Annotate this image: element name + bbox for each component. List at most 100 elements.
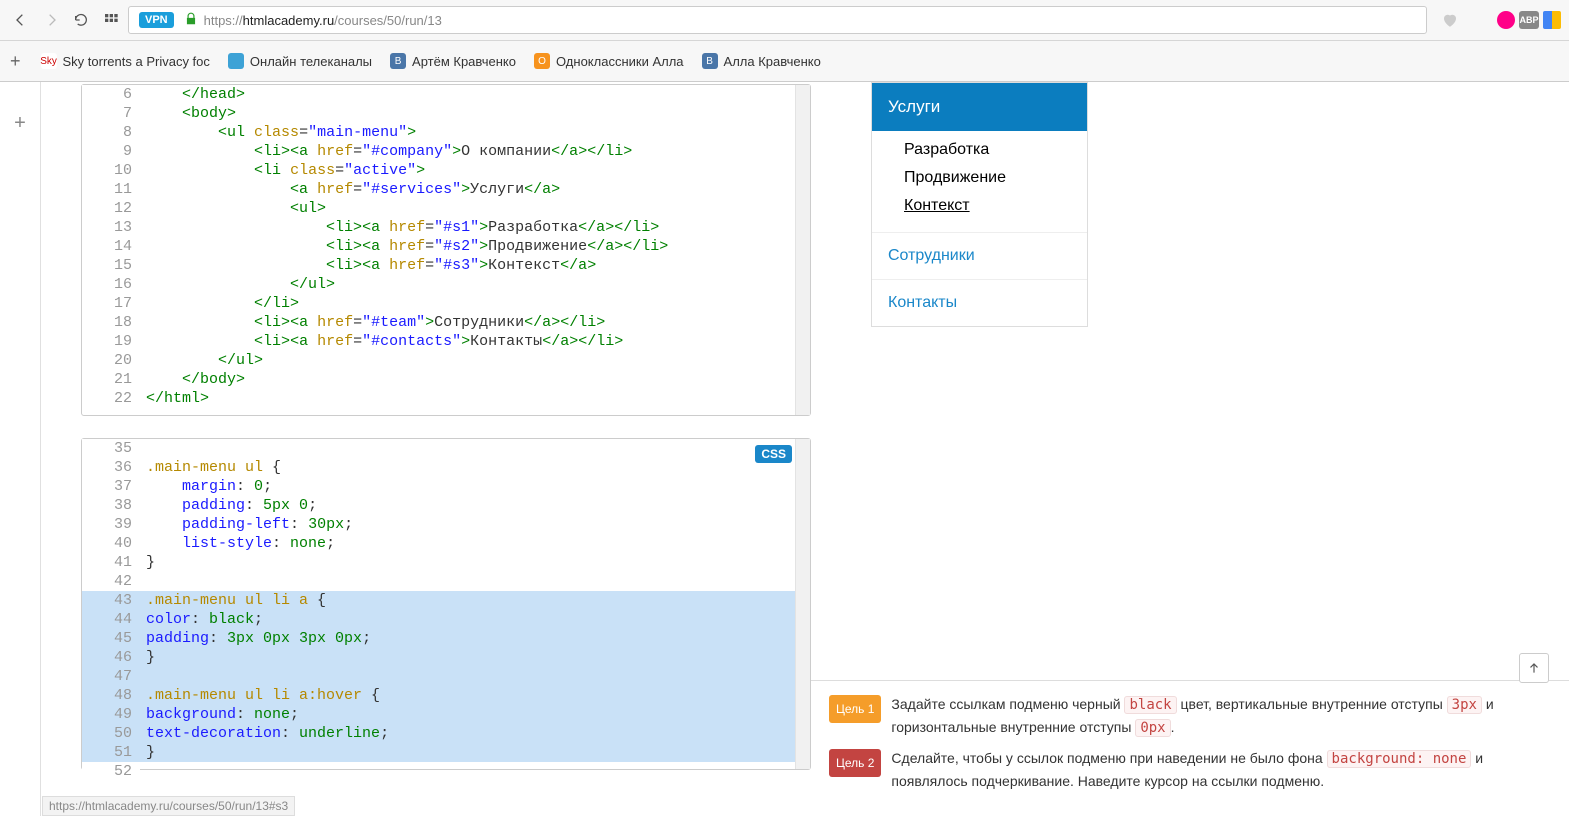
code-line[interactable]: 6 </head> xyxy=(82,85,810,104)
extension-icon-translate[interactable] xyxy=(1543,11,1561,29)
bookmark-item[interactable]: BАлла Кравченко xyxy=(702,53,821,69)
code-line[interactable]: 37 margin: 0; xyxy=(82,477,810,496)
preview-menu-item[interactable]: Контакты xyxy=(872,279,1087,326)
code-content[interactable]: <li><a href="#s3">Контекст</a> xyxy=(140,256,810,275)
bookmark-item[interactable]: SkySky torrents a Privacy foc xyxy=(41,53,210,69)
code-line[interactable]: 45padding: 3px 0px 3px 0px; xyxy=(82,629,810,648)
code-line[interactable]: 44color: black; xyxy=(82,610,810,629)
code-line[interactable]: 42 xyxy=(82,572,810,591)
code-content[interactable] xyxy=(140,572,810,591)
code-line[interactable]: 47 xyxy=(82,667,810,686)
bookmark-item[interactable]: OОдноклассники Алла xyxy=(534,53,684,69)
preview-sub-item[interactable]: Разработка xyxy=(904,136,1087,164)
code-content[interactable]: <li><a href="#team">Сотрудники</a></li> xyxy=(140,313,810,332)
address-bar[interactable]: VPN https://htmlacademy.ru/courses/50/ru… xyxy=(128,6,1427,34)
code-content[interactable]: background: none; xyxy=(140,705,810,724)
code-content[interactable]: <ul class="main-menu"> xyxy=(140,123,810,142)
code-line[interactable]: 38 padding: 5px 0; xyxy=(82,496,810,515)
extension-icon-1[interactable] xyxy=(1497,11,1515,29)
code-line[interactable]: 51} xyxy=(82,743,810,762)
code-line[interactable]: 20 </ul> xyxy=(82,351,810,370)
code-content[interactable] xyxy=(140,762,810,781)
code-content[interactable]: .main-menu ul li a:hover { xyxy=(140,686,810,705)
code-line[interactable]: 49background: none; xyxy=(82,705,810,724)
code-line[interactable]: 7 <body> xyxy=(82,104,810,123)
code-content[interactable]: <li><a href="#company">О компании</a></l… xyxy=(140,142,810,161)
code-content[interactable]: .main-menu ul li a { xyxy=(140,591,810,610)
code-content[interactable]: </ul> xyxy=(140,275,810,294)
scroll-top-button[interactable] xyxy=(1519,653,1549,683)
code-line[interactable]: 17 </li> xyxy=(82,294,810,313)
preview-menu-item[interactable]: Сотрудники xyxy=(872,232,1087,279)
code-content[interactable]: <li class="active"> xyxy=(140,161,810,180)
code-content[interactable]: padding: 5px 0; xyxy=(140,496,810,515)
url-prefix: https:// xyxy=(204,13,243,28)
code-line[interactable]: 8 <ul class="main-menu"> xyxy=(82,123,810,142)
code-content[interactable]: .main-menu ul { xyxy=(140,458,810,477)
code-line[interactable]: 18 <li><a href="#team">Сотрудники</a></l… xyxy=(82,313,810,332)
reload-button[interactable] xyxy=(68,7,94,33)
extension-icon-abp[interactable]: ABP xyxy=(1519,11,1539,29)
code-content[interactable] xyxy=(140,667,810,686)
code-content[interactable]: </ul> xyxy=(140,351,810,370)
bookmark-item[interactable]: BАртём Кравченко xyxy=(390,53,516,69)
code-content[interactable]: color: black; xyxy=(140,610,810,629)
code-content[interactable] xyxy=(140,439,810,458)
code-line[interactable]: 41} xyxy=(82,553,810,572)
code-content[interactable]: <li><a href="#s1">Разработка</a></li> xyxy=(140,218,810,237)
code-line[interactable]: 16 </ul> xyxy=(82,275,810,294)
code-line[interactable]: 12 <ul> xyxy=(82,199,810,218)
code-line[interactable]: 19 <li><a href="#contacts">Контакты</a><… xyxy=(82,332,810,351)
css-editor[interactable]: CSS 3536.main-menu ul {37 margin: 0;38 p… xyxy=(81,438,811,770)
code-line[interactable]: 46} xyxy=(82,648,810,667)
preview-sub-item-hover[interactable]: Контекст xyxy=(904,192,1087,220)
code-line[interactable]: 50text-decoration: underline; xyxy=(82,724,810,743)
code-content[interactable]: padding: 3px 0px 3px 0px; xyxy=(140,629,810,648)
line-number: 44 xyxy=(82,610,140,629)
code-content[interactable]: list-style: none; xyxy=(140,534,810,553)
code-line[interactable]: 35 xyxy=(82,439,810,458)
code-line[interactable]: 13 <li><a href="#s1">Разработка</a></li> xyxy=(82,218,810,237)
code-line[interactable]: 22</html> xyxy=(82,389,810,408)
code-line[interactable]: 43.main-menu ul li a { xyxy=(82,591,810,610)
code-content[interactable]: <li><a href="#s2">Продвижение</a></li> xyxy=(140,237,810,256)
code-line[interactable]: 15 <li><a href="#s3">Контекст</a> xyxy=(82,256,810,275)
code-content[interactable]: <a href="#services">Услуги</a> xyxy=(140,180,810,199)
code-content[interactable]: } xyxy=(140,648,810,667)
scrollbar[interactable] xyxy=(795,85,810,415)
code-content[interactable]: <body> xyxy=(140,104,810,123)
new-tab-button[interactable]: + xyxy=(10,51,21,72)
favorite-button[interactable] xyxy=(1437,7,1463,33)
preview-sub-item[interactable]: Продвижение xyxy=(904,164,1087,192)
code-line[interactable]: 36.main-menu ul { xyxy=(82,458,810,477)
code-content[interactable]: </html> xyxy=(140,389,810,408)
code-line[interactable]: 39 padding-left: 30px; xyxy=(82,515,810,534)
code-content[interactable]: } xyxy=(140,743,810,762)
code-line[interactable]: 10 <li class="active"> xyxy=(82,161,810,180)
code-content[interactable]: </li> xyxy=(140,294,810,313)
html-editor[interactable]: 6 </head>7 <body>8 <ul class="main-menu"… xyxy=(81,84,811,416)
code-line[interactable]: 52 xyxy=(82,762,810,781)
code-content[interactable]: <ul> xyxy=(140,199,810,218)
apps-button[interactable] xyxy=(98,7,124,33)
code-line[interactable]: 9 <li><a href="#company">О компании</a><… xyxy=(82,142,810,161)
code-line[interactable]: 14 <li><a href="#s2">Продвижение</a></li… xyxy=(82,237,810,256)
code-line[interactable]: 48.main-menu ul li a:hover { xyxy=(82,686,810,705)
scrollbar[interactable] xyxy=(795,439,810,769)
back-button[interactable] xyxy=(8,7,34,33)
code-content[interactable]: </head> xyxy=(140,85,810,104)
preview-menu-header[interactable]: Услуги xyxy=(872,83,1087,131)
code-content[interactable]: padding-left: 30px; xyxy=(140,515,810,534)
code-content[interactable]: text-decoration: underline; xyxy=(140,724,810,743)
vpn-badge: VPN xyxy=(139,12,174,28)
code-line[interactable]: 40 list-style: none; xyxy=(82,534,810,553)
code-content[interactable]: margin: 0; xyxy=(140,477,810,496)
code-content[interactable]: } xyxy=(140,553,810,572)
forward-button[interactable] xyxy=(38,7,64,33)
code-line[interactable]: 11 <a href="#services">Услуги</a> xyxy=(82,180,810,199)
code-content[interactable]: <li><a href="#contacts">Контакты</a></li… xyxy=(140,332,810,351)
code-content[interactable]: </body> xyxy=(140,370,810,389)
sidebar-add-button[interactable]: + xyxy=(14,112,26,816)
bookmark-item[interactable]: Онлайн телеканалы xyxy=(228,53,372,69)
code-line[interactable]: 21 </body> xyxy=(82,370,810,389)
